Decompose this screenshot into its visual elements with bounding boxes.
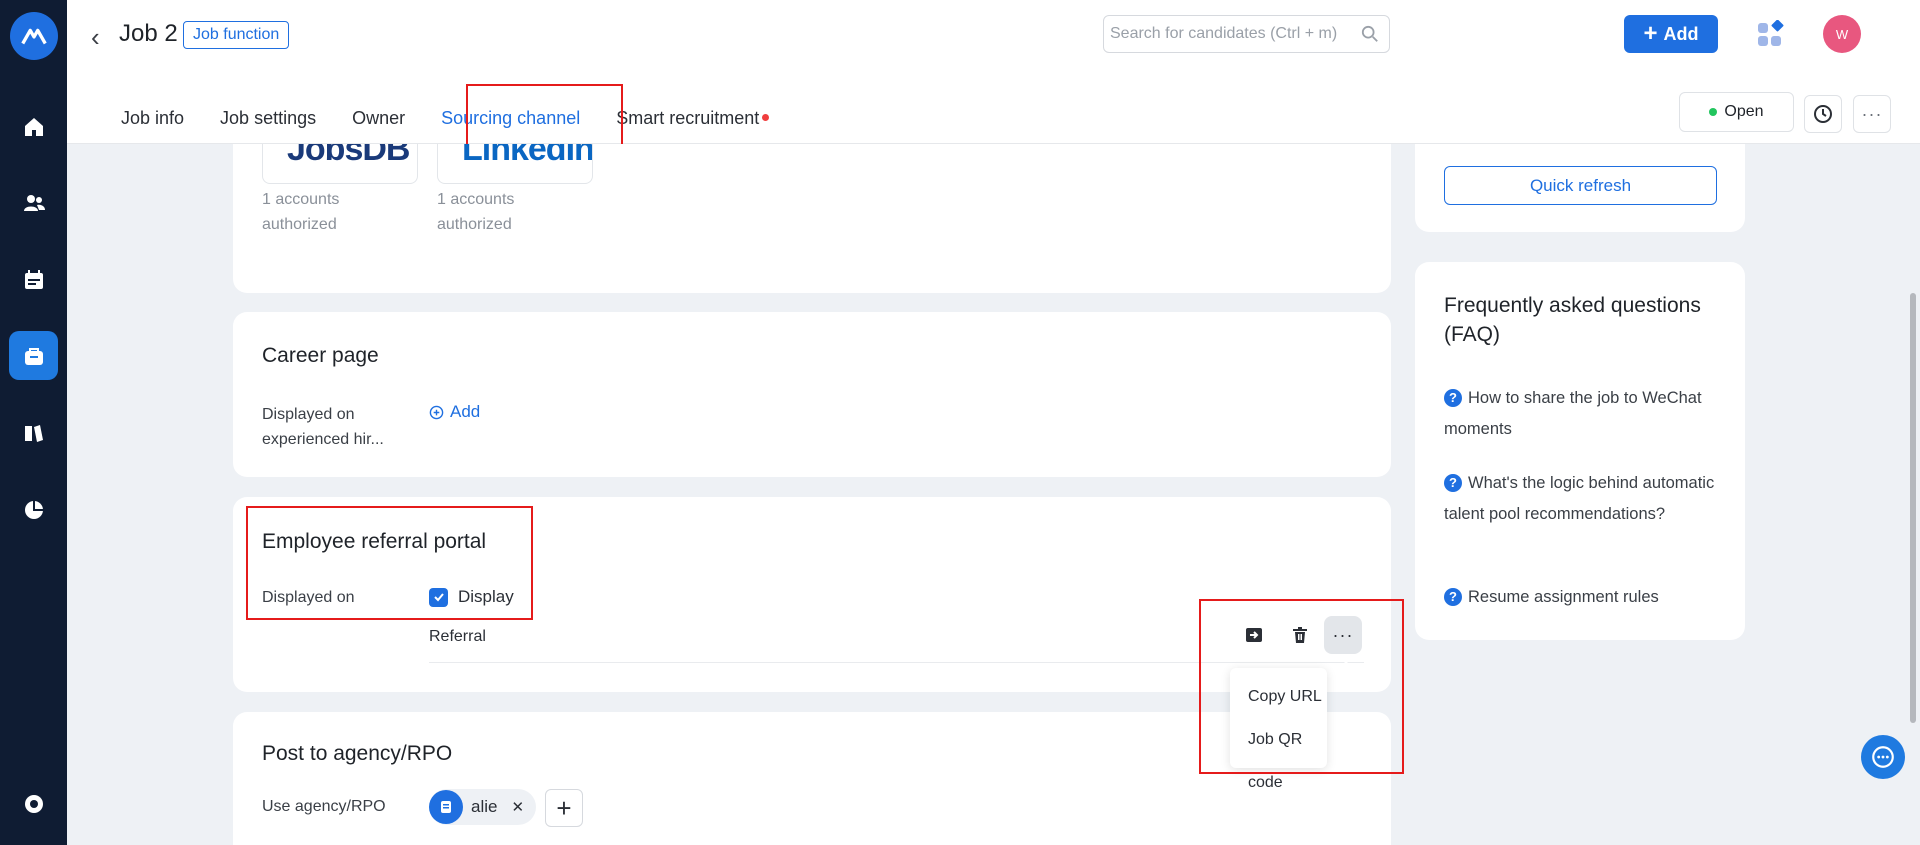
linkedin-accounts-count: 1 accounts	[437, 191, 515, 208]
career-page-add-link[interactable]: Add	[429, 402, 480, 422]
tab-smart-recruitment-label: Smart recruitment	[616, 108, 760, 128]
highlight-box-referral	[246, 506, 533, 620]
jobsdb-logo: JobsDB	[287, 144, 410, 168]
career-page-add-label: Add	[450, 402, 481, 421]
linkedin-logo: LinkedIn	[462, 144, 593, 168]
more-button[interactable]: ···	[1853, 95, 1891, 133]
faq-item[interactable]: ? What's the logic behind automatic talen…	[1444, 468, 1724, 530]
page-header: ‹ Job 2 Job function + Add W Job info Jo…	[67, 0, 1920, 144]
job-function-tag: Job function	[183, 21, 290, 49]
nav-candidates[interactable]	[9, 178, 58, 227]
question-icon: ?	[1444, 588, 1462, 606]
faq-item-label: Resume assignment rules	[1468, 588, 1659, 606]
faq-item-label: How to share the job to WeChat moments	[1444, 389, 1702, 438]
quick-refresh-button[interactable]: Quick refresh	[1444, 166, 1717, 205]
chat-support-button[interactable]	[1861, 735, 1905, 779]
remove-chip-icon[interactable]: ✕	[511, 798, 524, 816]
faq-card: Frequently asked questions (FAQ) ? How to…	[1415, 262, 1745, 640]
jobsdb-accounts-status: authorized	[262, 216, 337, 233]
faq-item[interactable]: ? Resume assignment rules	[1444, 582, 1724, 613]
highlight-box-actions	[1199, 599, 1404, 774]
briefcase-icon	[24, 347, 43, 365]
tab-smart-recruitment[interactable]: Smart recruitment	[616, 108, 770, 129]
add-button[interactable]: + Add	[1624, 15, 1718, 53]
chat-icon	[1872, 746, 1894, 768]
job-status-label: Open	[1724, 103, 1764, 120]
agency-title: Post to agency/RPO	[262, 742, 453, 765]
apps-grid-icon[interactable]	[1756, 20, 1784, 48]
plus-icon: +	[1643, 20, 1658, 47]
tab-job-settings[interactable]: Job settings	[220, 108, 316, 129]
job-title: Job 2	[119, 20, 178, 47]
linkedin-logo-box[interactable]: LinkedIn	[437, 144, 593, 184]
agency-chip-label: alie	[471, 797, 498, 816]
home-icon	[24, 117, 43, 136]
referral-row-label: Referral	[429, 628, 486, 645]
left-navigation	[0, 0, 67, 845]
pie-chart-icon	[24, 500, 43, 519]
clock-icon	[1814, 105, 1832, 123]
linkedin-accounts: 1 accounts authorized	[437, 187, 514, 237]
jobsdb-accounts-count: 1 accounts	[262, 191, 340, 208]
tab-owner[interactable]: Owner	[352, 108, 405, 129]
faq-title: Frequently asked questions (FAQ)	[1444, 294, 1701, 346]
career-page-card: Career page Displayed on experienced hir…	[233, 312, 1391, 477]
job-status-button[interactable]: Open	[1679, 92, 1794, 132]
notification-dot	[762, 114, 770, 121]
candidate-search[interactable]	[1103, 15, 1390, 53]
users-icon	[23, 194, 45, 211]
agency-use-label: Use agency/RPO	[262, 798, 386, 815]
question-icon: ?	[1444, 474, 1462, 492]
add-circle-icon	[429, 405, 444, 419]
question-icon: ?	[1444, 389, 1462, 407]
status-dot	[1709, 108, 1718, 116]
search-icon[interactable]	[1361, 25, 1379, 43]
agency-chip[interactable]: alie ✕	[429, 789, 537, 825]
history-button[interactable]	[1804, 95, 1842, 133]
nav-jobs[interactable]	[9, 331, 58, 380]
faq-item-label: What's the logic behind automatic talent…	[1444, 474, 1715, 523]
jobsdb-accounts: 1 accounts authorized	[262, 187, 339, 237]
nav-settings[interactable]	[9, 779, 58, 828]
settings-icon	[24, 794, 43, 813]
career-page-title: Career page	[262, 344, 379, 367]
job-board-card: JobsDB LinkedIn 1 accounts authorized 1 …	[233, 144, 1391, 293]
logo-mark-icon	[21, 28, 47, 45]
job-tabs: Job info Job settings Owner Sourcing cha…	[121, 108, 795, 129]
quick-refresh-card: Quick refresh	[1415, 144, 1745, 232]
agency-doc-icon	[429, 790, 463, 824]
page-scrollbar[interactable]	[1910, 293, 1916, 723]
nav-reports[interactable]	[9, 485, 58, 534]
jobsdb-logo-box[interactable]: JobsDB	[262, 144, 418, 184]
add-agency-button[interactable]: +	[545, 789, 583, 827]
nav-calendar[interactable]	[9, 255, 58, 304]
user-avatar[interactable]: W	[1823, 15, 1861, 53]
plus-icon: +	[556, 793, 572, 823]
document-icon	[441, 801, 451, 813]
linkedin-accounts-status: authorized	[437, 216, 512, 233]
nav-talent-pool[interactable]	[9, 408, 58, 457]
app-logo[interactable]	[10, 12, 58, 60]
back-chevron-icon[interactable]: ‹	[91, 22, 100, 53]
tab-job-info[interactable]: Job info	[121, 108, 184, 129]
career-page-displayed-on: Displayed on experienced hir...	[262, 406, 384, 448]
search-input[interactable]	[1104, 16, 1344, 52]
more-dots-icon: ···	[1861, 104, 1883, 124]
calendar-icon	[24, 269, 43, 289]
add-button-label: Add	[1663, 23, 1699, 44]
book-icon	[24, 424, 43, 442]
faq-item[interactable]: ? How to share the job to WeChat moments	[1444, 383, 1724, 445]
nav-home[interactable]	[9, 102, 58, 151]
